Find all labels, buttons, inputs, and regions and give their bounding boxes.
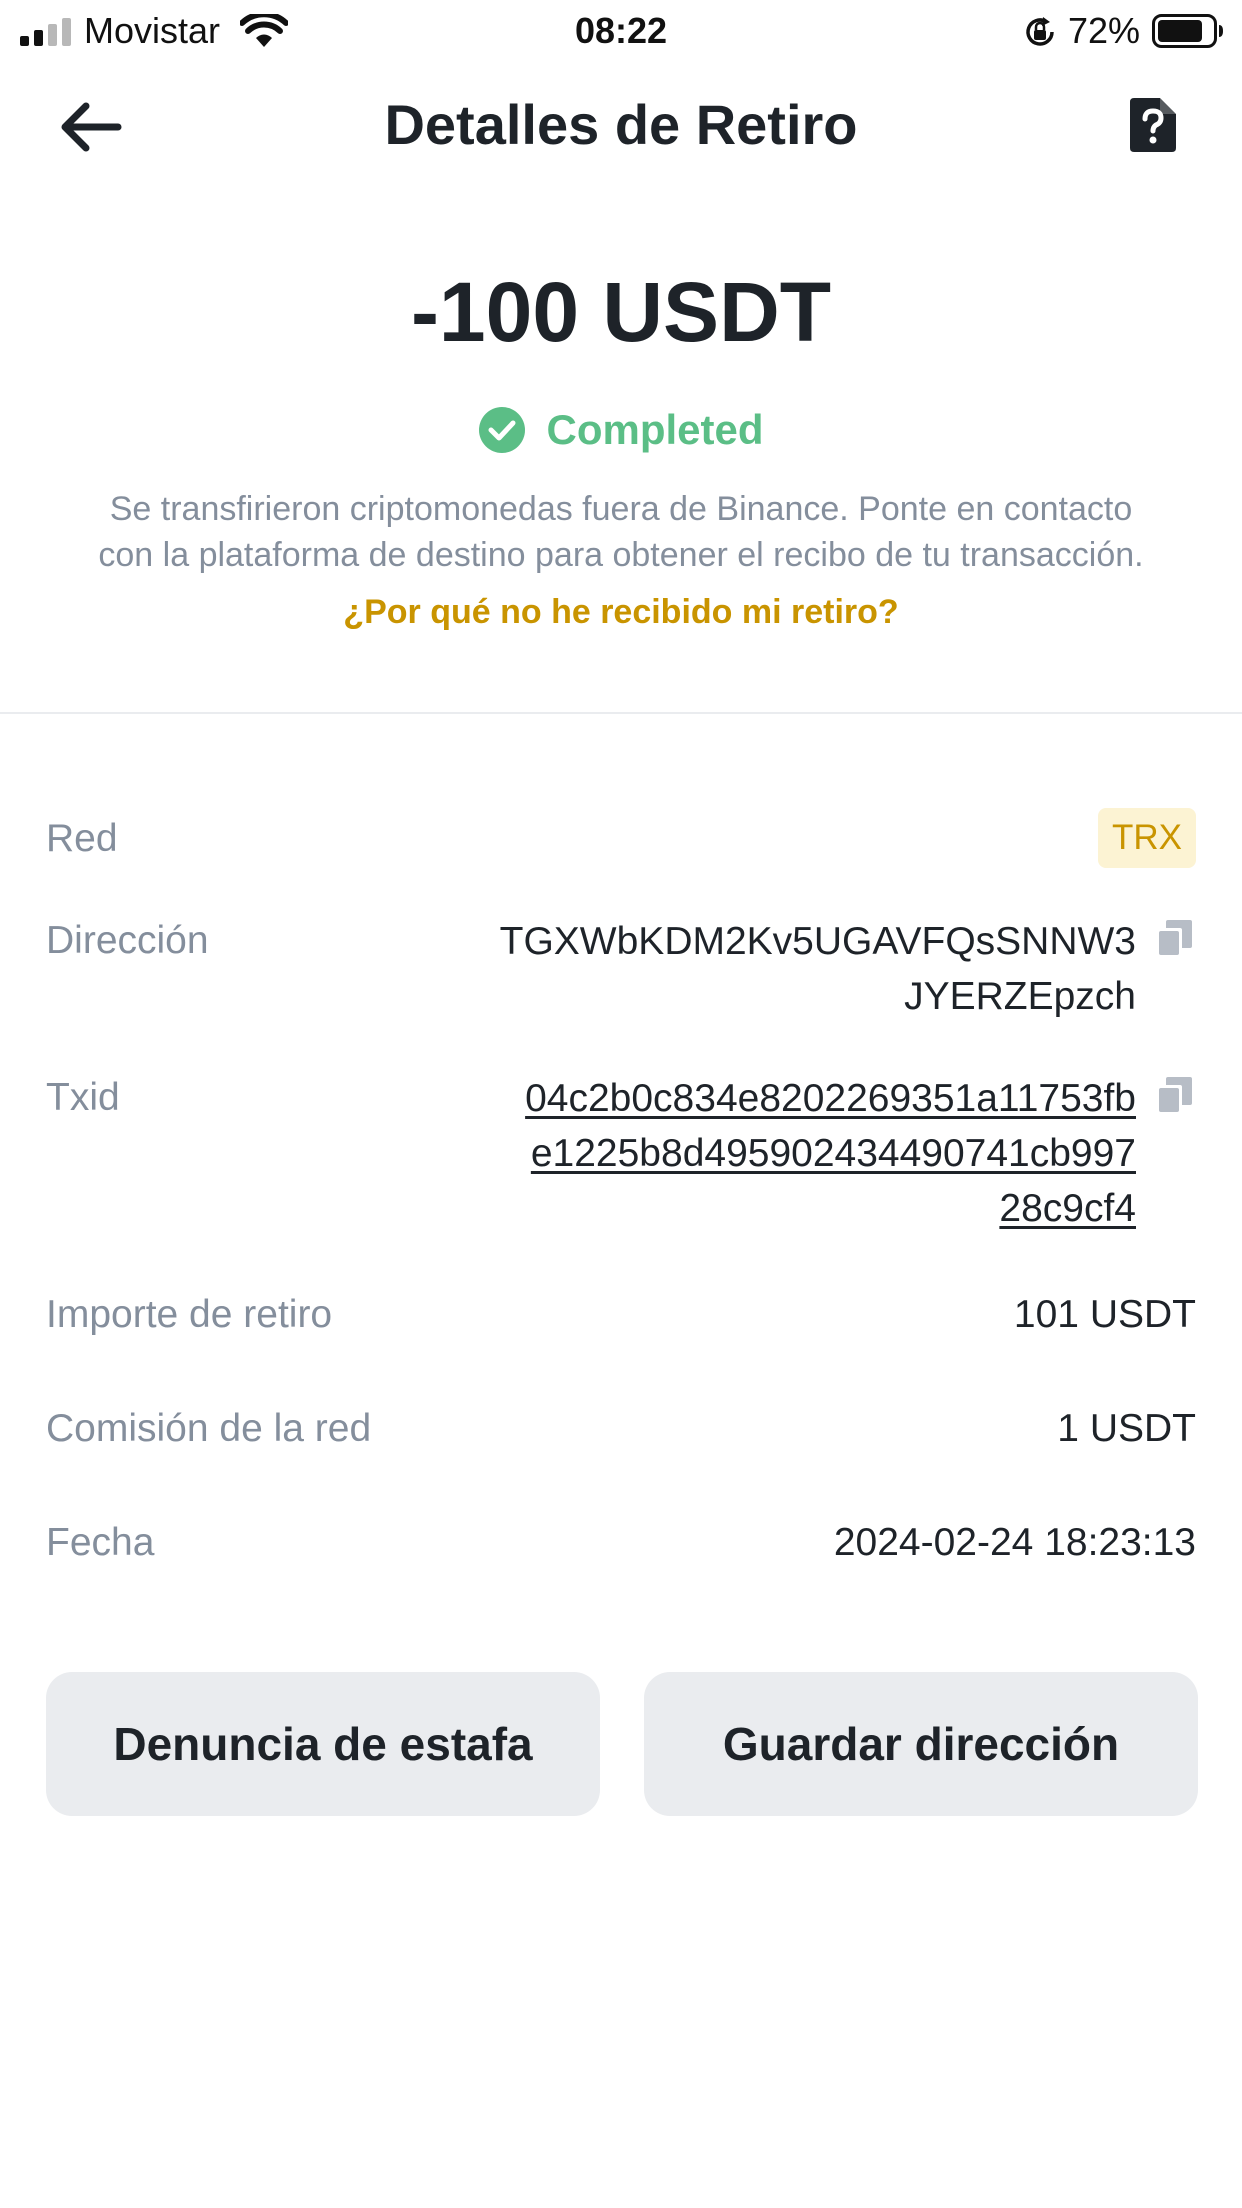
txid-label: Txid bbox=[46, 1076, 120, 1119]
info-text-line: Se transfirieron criptomonedas fuera de … bbox=[109, 490, 1133, 528]
network-label: Red bbox=[46, 817, 118, 860]
help-document-icon[interactable] bbox=[1130, 98, 1176, 152]
network-badge: TRX bbox=[1098, 808, 1196, 868]
withdrawal-amount-value: 101 USDT bbox=[1013, 1293, 1196, 1336]
status-text: Completed bbox=[546, 406, 764, 453]
network-fee-label: Comisión de la red bbox=[46, 1407, 372, 1450]
check-circle-icon bbox=[479, 407, 526, 453]
txid-value: 04c2b0c834e8202269351a11753fb e1225b8d49… bbox=[456, 1071, 1136, 1236]
why-not-received-link[interactable]: ¿Por qué no he recibido mi retiro? bbox=[0, 588, 1242, 636]
date-value: 2024-02-24 18:23:13 bbox=[833, 1521, 1196, 1564]
txid-link[interactable]: e1225b8d495902434490741cb997 bbox=[531, 1132, 1136, 1175]
divider bbox=[0, 712, 1242, 714]
address-label: Dirección bbox=[46, 919, 209, 962]
address-line: JYERZEpzch bbox=[904, 975, 1136, 1018]
address-value: TGXWbKDM2Kv5UGAVFQsSNNW3 JYERZEpzch bbox=[456, 914, 1136, 1024]
address-line: TGXWbKDM2Kv5UGAVFQsSNNW3 bbox=[499, 920, 1136, 963]
navigation-bar: Detalles de Retiro bbox=[0, 70, 1242, 180]
save-address-button[interactable]: Guardar dirección bbox=[644, 1672, 1198, 1816]
battery-icon bbox=[1152, 14, 1223, 48]
battery-percent: 72% bbox=[1068, 10, 1141, 51]
txid-link[interactable]: 28c9cf4 bbox=[999, 1187, 1136, 1230]
report-scam-button[interactable]: Denuncia de estafa bbox=[46, 1672, 600, 1816]
status-bar: Movistar 08:22 72% bbox=[0, 0, 1242, 62]
copy-address-icon[interactable] bbox=[1156, 920, 1192, 958]
copy-txid-icon[interactable] bbox=[1156, 1077, 1192, 1115]
info-text: Se transfirieron criptomonedas fuera de … bbox=[40, 486, 1202, 578]
orientation-lock-icon bbox=[1026, 17, 1054, 46]
date-label: Fecha bbox=[46, 1521, 155, 1564]
status-line: Completed bbox=[0, 400, 1242, 460]
txid-link[interactable]: 04c2b0c834e8202269351a11753fb bbox=[525, 1077, 1136, 1120]
network-fee-value: 1 USDT bbox=[1057, 1407, 1196, 1450]
withdrawal-amount: -100 USDT bbox=[410, 265, 832, 359]
withdrawal-amount-label: Importe de retiro bbox=[46, 1293, 333, 1336]
page-title: Detalles de Retiro bbox=[384, 93, 858, 156]
info-text-line: con la plataforma de destino para obtene… bbox=[98, 536, 1144, 574]
